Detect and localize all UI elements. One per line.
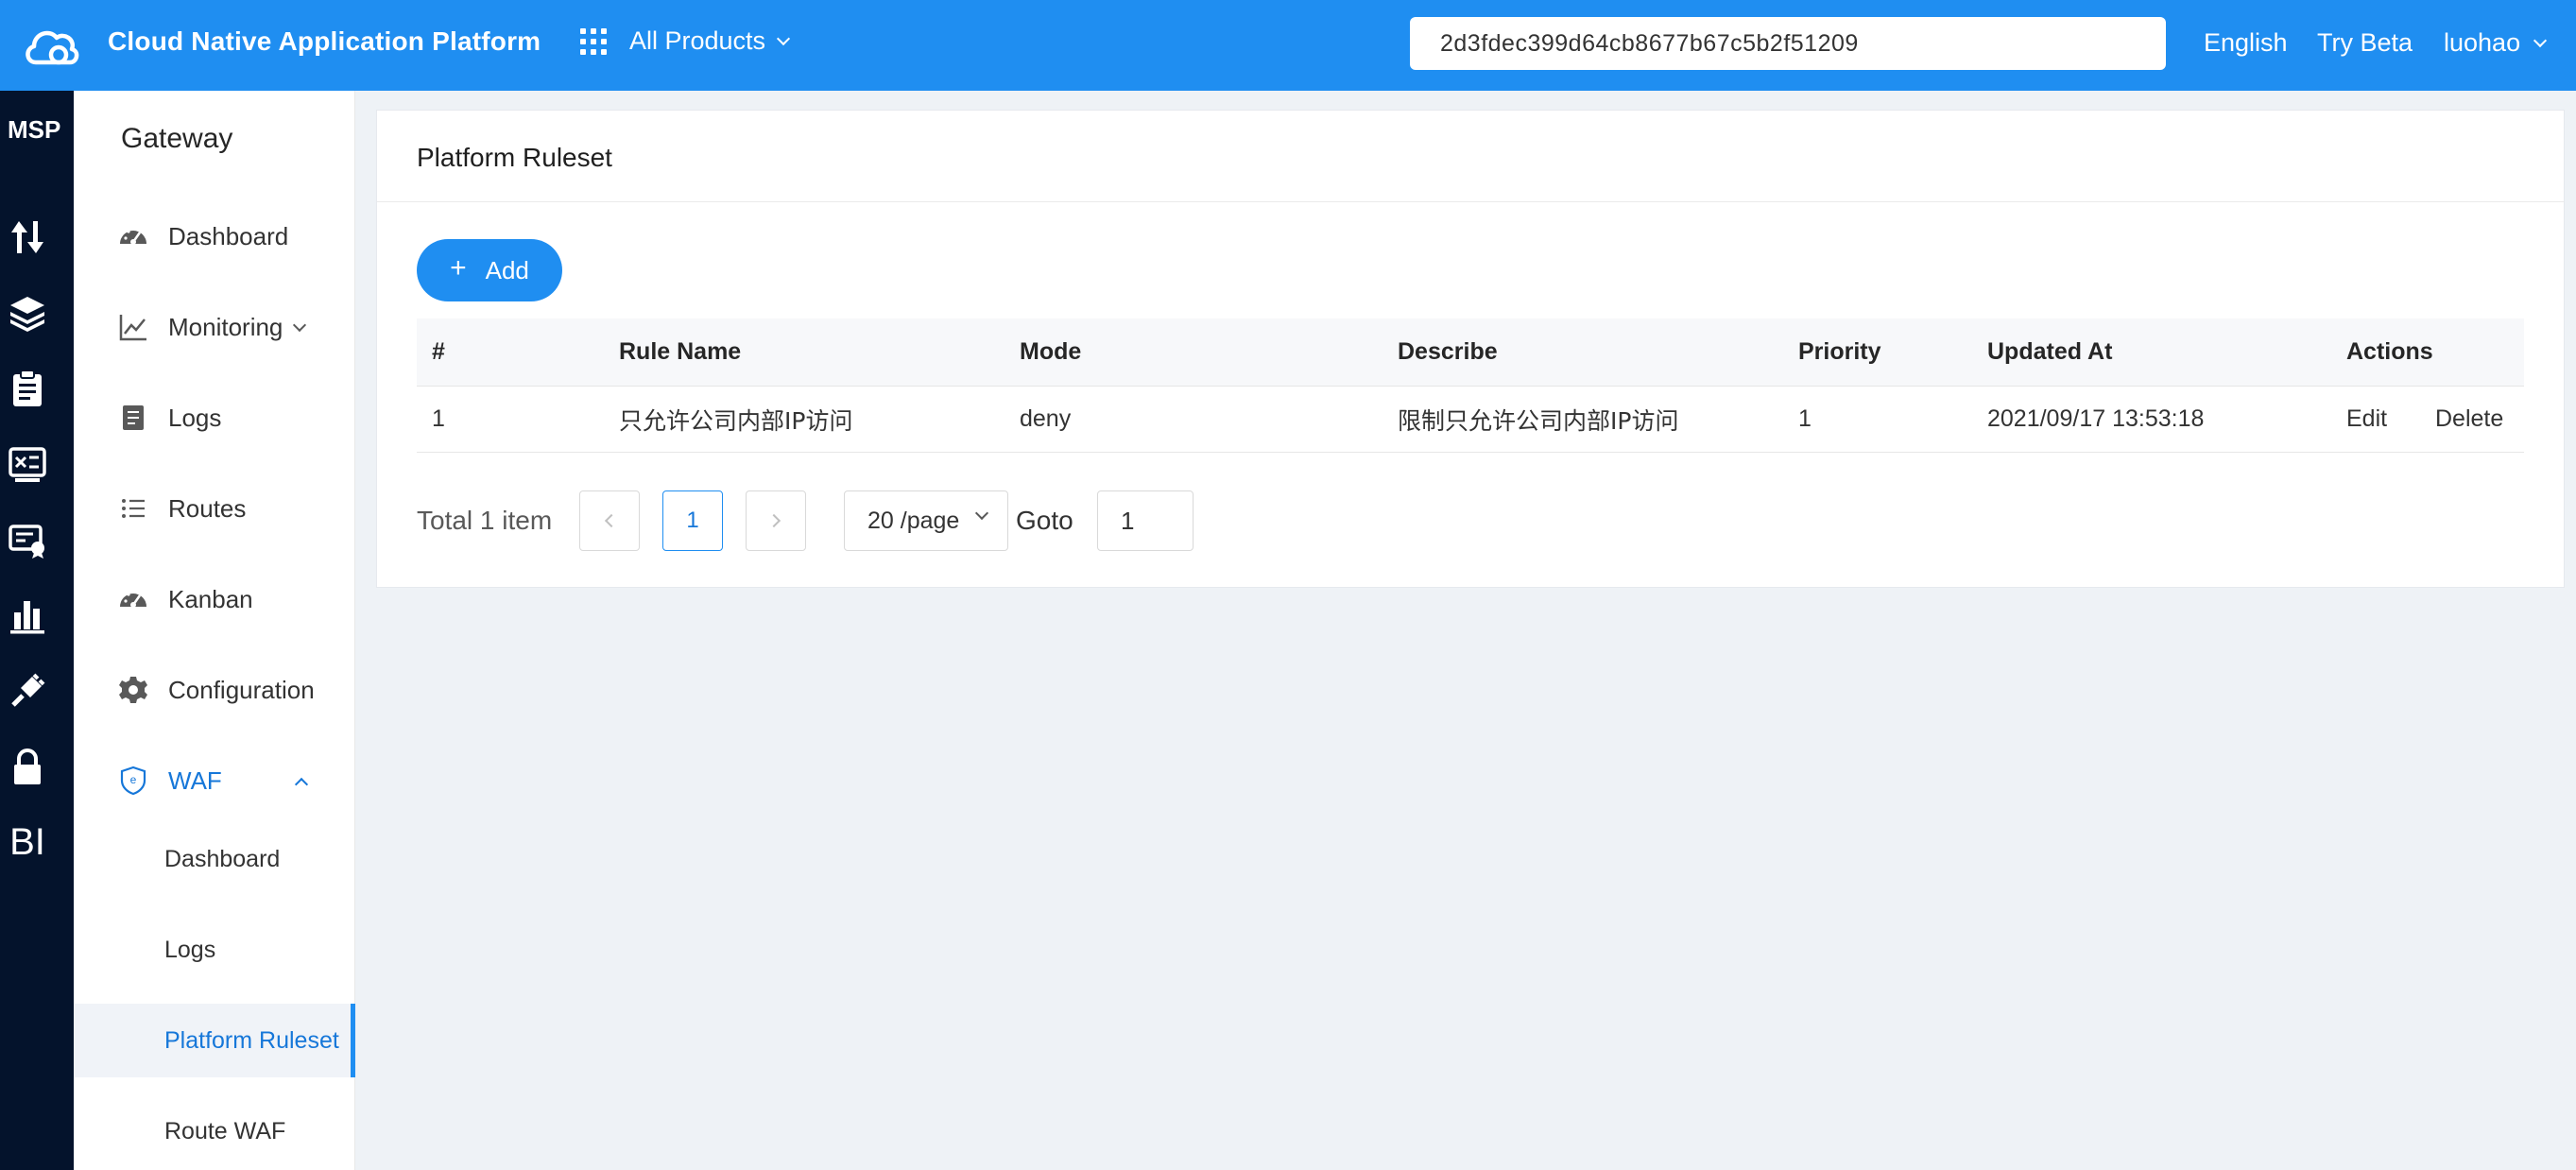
column-header-rule-name: Rule Name	[619, 338, 742, 365]
sidebar-item-label: WAF	[168, 766, 222, 795]
lock-icon[interactable]	[8, 747, 47, 786]
row-rule-name: 只允许公司内部IP访问	[619, 406, 853, 435]
language-switch[interactable]: English	[2204, 28, 2288, 58]
column-header-updated-at: Updated At	[1987, 338, 2113, 365]
chevron-right-icon	[766, 513, 781, 528]
table-header: # Rule Name Mode Describe Priority Updat…	[417, 318, 2524, 387]
add-button[interactable]: + Add	[417, 239, 562, 301]
chevron-left-icon	[604, 513, 619, 528]
apps-grid-icon	[580, 27, 607, 55]
next-page-button[interactable]	[746, 490, 806, 551]
sidebar-subitem-label: Platform Ruleset	[164, 1026, 339, 1054]
side-menu-title: Gateway	[121, 123, 233, 154]
cloud-logo-icon[interactable]	[23, 21, 81, 70]
sidebar-item-label: Dashboard	[168, 221, 289, 250]
chevron-up-icon	[294, 777, 309, 792]
list-icon	[117, 492, 149, 525]
goto-label: Goto	[1016, 506, 1073, 535]
sidebar-subitem-waf-dashboard[interactable]: Dashboard	[74, 822, 355, 896]
all-products-menu[interactable]: All Products	[580, 26, 791, 56]
row-mode: deny	[1020, 405, 1072, 432]
prev-page-button[interactable]	[579, 490, 640, 551]
svg-text:e: e	[130, 773, 137, 786]
sidebar-item-dashboard[interactable]: Dashboard	[74, 208, 355, 265]
table-row: 1 只允许公司内部IP访问 deny 限制只允许公司内部IP访问 1 2021/…	[417, 387, 2524, 453]
dashboard-icon	[117, 220, 149, 252]
sidebar-item-label: Configuration	[168, 675, 315, 704]
file-text-icon	[117, 402, 149, 434]
chevron-down-icon	[974, 506, 989, 521]
sidebar-subitem-route-waf[interactable]: Route WAF	[74, 1094, 355, 1168]
certificate-icon[interactable]	[8, 520, 47, 559]
column-header-describe: Describe	[1398, 338, 1498, 365]
page-title: Platform Ruleset	[417, 143, 612, 172]
transfer-icon[interactable]	[8, 217, 47, 257]
try-beta-link[interactable]: Try Beta	[2317, 28, 2413, 58]
all-products-label: All Products	[629, 26, 766, 55]
sidebar-subitem-label: Dashboard	[164, 845, 281, 872]
chevron-down-icon	[776, 31, 791, 45]
ruleset-panel: Platform Ruleset + Add # Rule Name Mode …	[376, 110, 2565, 588]
edit-link[interactable]: Edit	[2346, 387, 2387, 452]
page-size-value: 20 /page	[867, 507, 960, 534]
page-button-current[interactable]: 1	[662, 490, 723, 551]
sidebar-item-label: Monitoring	[168, 312, 283, 341]
row-index: 1	[432, 405, 445, 432]
bar-chart-icon[interactable]	[8, 595, 47, 635]
rail-title[interactable]: MSP	[8, 115, 60, 145]
sidebar-item-routes[interactable]: Routes	[74, 480, 355, 537]
sidebar-subitem-label: Logs	[164, 936, 216, 963]
sidebar-item-label: Logs	[168, 403, 222, 432]
clipboard-icon[interactable]	[8, 369, 47, 408]
sidebar-subitem-platform-ruleset[interactable]: Platform Ruleset	[74, 1004, 355, 1077]
chevron-down-icon	[2533, 33, 2548, 47]
total-count: Total 1 item	[417, 506, 553, 535]
search-input[interactable]	[1410, 17, 2166, 70]
row-priority: 1	[1798, 405, 1812, 432]
icon-rail: MSP BI	[0, 91, 74, 1170]
app-title[interactable]: Cloud Native Application Platform	[108, 26, 541, 57]
user-name: luohao	[2444, 28, 2521, 57]
row-updated-at: 2021/09/17 13:53:18	[1987, 405, 2205, 432]
monitor-icon[interactable]	[8, 444, 47, 484]
add-button-label: Add	[485, 255, 529, 284]
column-header-priority: Priority	[1798, 338, 1881, 365]
column-header-mode: Mode	[1020, 338, 1082, 365]
sidebar-item-waf[interactable]: e WAF	[74, 752, 355, 809]
sidebar-subitem-label: Route WAF	[164, 1117, 286, 1144]
sidebar-subitem-waf-logs[interactable]: Logs	[74, 913, 355, 987]
gear-icon	[117, 674, 149, 706]
side-menu: Gateway Dashboard Monitoring Logs Routes…	[74, 91, 355, 1170]
column-header-index: #	[432, 338, 445, 365]
sidebar-item-logs[interactable]: Logs	[74, 389, 355, 446]
layers-icon[interactable]	[8, 293, 47, 333]
page-size-select[interactable]: 20 /page	[844, 490, 1008, 551]
sidebar-item-label: Kanban	[168, 584, 253, 613]
sidebar-item-configuration[interactable]: Configuration	[74, 662, 355, 718]
dashboard-icon	[117, 583, 149, 615]
goto-input[interactable]	[1097, 490, 1194, 551]
column-header-actions: Actions	[2346, 338, 2433, 365]
divider	[377, 201, 2564, 202]
plus-icon: +	[450, 252, 467, 284]
sidebar-item-kanban[interactable]: Kanban	[74, 571, 355, 628]
plug-icon[interactable]	[8, 671, 47, 711]
line-chart-icon	[117, 311, 149, 343]
delete-link[interactable]: Delete	[2435, 387, 2503, 452]
user-menu[interactable]: luohao	[2444, 28, 2548, 58]
sidebar-item-label: Routes	[168, 493, 247, 523]
row-describe: 限制只允许公司内部IP访问	[1398, 406, 1679, 435]
pagination: Total 1 item 1 20 /page Goto	[417, 490, 1267, 553]
sidebar-item-monitoring[interactable]: Monitoring	[74, 299, 355, 355]
bi-icon[interactable]: BI	[8, 821, 47, 863]
top-bar: Cloud Native Application Platform All Pr…	[0, 0, 2576, 91]
shield-icon: e	[117, 765, 149, 797]
chevron-down-icon	[292, 318, 307, 333]
